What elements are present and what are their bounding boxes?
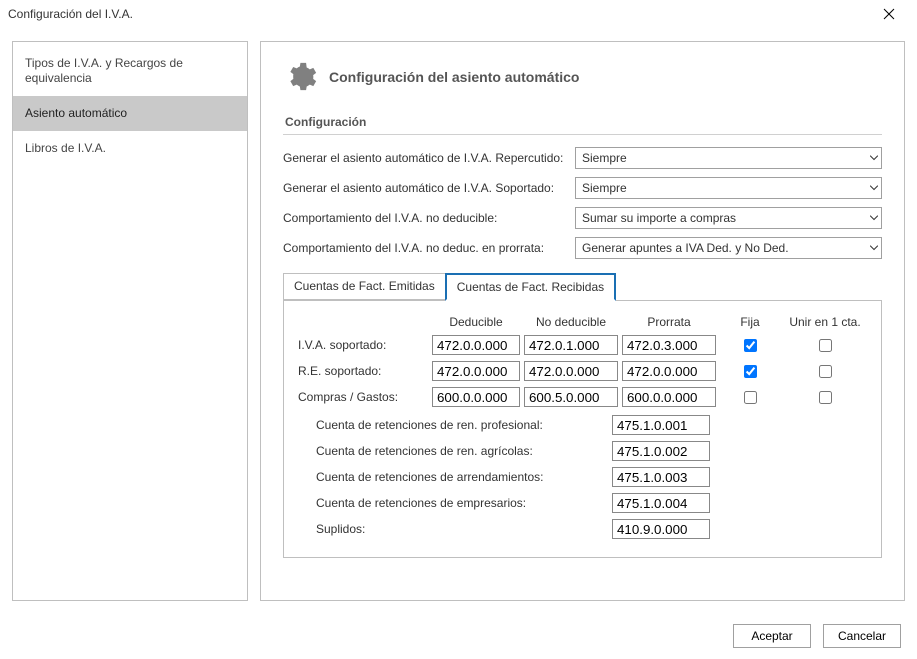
sidebar: Tipos de I.V.A. y Recargos de equivalenc… bbox=[12, 41, 248, 601]
config-select-2[interactable]: Sumar su importe a compras bbox=[575, 207, 882, 229]
section-title-configuracion: Configuración bbox=[283, 110, 882, 135]
chevron-down-icon bbox=[870, 216, 878, 221]
config-select-value-1: Siempre bbox=[582, 181, 627, 195]
tab-cuentas-fact-recibidas[interactable]: Cuentas de Fact. Recibidas bbox=[445, 273, 616, 301]
grid-header-4: Fija bbox=[720, 315, 780, 329]
grid-input-0-noDeducible[interactable] bbox=[524, 335, 618, 355]
grid-input-0-deducible[interactable] bbox=[432, 335, 520, 355]
grid-header-5: Unir en 1 cta. bbox=[784, 315, 866, 329]
ret-label-0: Cuenta de retenciones de ren. profesiona… bbox=[298, 418, 598, 432]
config-select-value-3: Generar apuntes a IVA Ded. y No Ded. bbox=[582, 241, 789, 255]
close-button[interactable] bbox=[869, 0, 909, 28]
grid-row-label-1: R.E. soportado: bbox=[298, 364, 428, 378]
config-label-0: Generar el asiento automático de I.V.A. … bbox=[283, 151, 565, 165]
page-title: Configuración del asiento automático bbox=[329, 69, 579, 85]
config-select-1[interactable]: Siempre bbox=[575, 177, 882, 199]
ret-input-0[interactable] bbox=[612, 415, 710, 435]
tab-cuentas-fact-emitidas[interactable]: Cuentas de Fact. Emitidas bbox=[283, 273, 446, 300]
grid-input-0-prorrata[interactable] bbox=[622, 335, 716, 355]
ret-label-3: Cuenta de retenciones de empresarios: bbox=[298, 496, 598, 510]
main-panel: Configuración del asiento automático Con… bbox=[260, 41, 905, 601]
window-title: Configuración del I.V.A. bbox=[8, 7, 869, 21]
sidebar-item-asiento-automatico[interactable]: Asiento automático bbox=[13, 96, 247, 131]
grid-checkbox-2-fija[interactable] bbox=[744, 391, 757, 404]
grid-input-1-noDeducible[interactable] bbox=[524, 361, 618, 381]
ret-label-1: Cuenta de retenciones de ren. agrícolas: bbox=[298, 444, 598, 458]
grid-header-2: No deducible bbox=[524, 315, 618, 329]
cancel-button[interactable]: Cancelar bbox=[823, 624, 901, 648]
gear-icon bbox=[283, 60, 317, 94]
config-label-3: Comportamiento del I.V.A. no deduc. en p… bbox=[283, 241, 565, 255]
grid-checkbox-2-unir[interactable] bbox=[819, 391, 832, 404]
ret-input-1[interactable] bbox=[612, 441, 710, 461]
grid-input-2-prorrata[interactable] bbox=[622, 387, 716, 407]
config-label-1: Generar el asiento automático de I.V.A. … bbox=[283, 181, 565, 195]
chevron-down-icon bbox=[870, 246, 878, 251]
ret-input-2[interactable] bbox=[612, 467, 710, 487]
accept-button[interactable]: Aceptar bbox=[733, 624, 811, 648]
grid-row-label-0: I.V.A. soportado: bbox=[298, 338, 428, 352]
config-select-0[interactable]: Siempre bbox=[575, 147, 882, 169]
chevron-down-icon bbox=[870, 156, 878, 161]
grid-checkbox-1-fija[interactable] bbox=[744, 365, 757, 378]
sidebar-item-libros-iva[interactable]: Libros de I.V.A. bbox=[13, 131, 247, 166]
grid-header-3: Prorrata bbox=[622, 315, 716, 329]
config-select-value-2: Sumar su importe a compras bbox=[582, 211, 736, 225]
tabs: Cuentas de Fact. Emitidas Cuentas de Fac… bbox=[283, 273, 882, 301]
grid-input-2-noDeducible[interactable] bbox=[524, 387, 618, 407]
grid-checkbox-1-unir[interactable] bbox=[819, 365, 832, 378]
chevron-down-icon bbox=[870, 186, 878, 191]
ret-label-4: Suplidos: bbox=[298, 522, 598, 536]
close-icon bbox=[883, 8, 895, 20]
grid-input-2-deducible[interactable] bbox=[432, 387, 520, 407]
grid-row-label-2: Compras / Gastos: bbox=[298, 390, 428, 404]
grid-header-1: Deducible bbox=[432, 315, 520, 329]
grid-checkbox-0-unir[interactable] bbox=[819, 339, 832, 352]
ret-input-3[interactable] bbox=[612, 493, 710, 513]
grid-input-1-prorrata[interactable] bbox=[622, 361, 716, 381]
ret-label-2: Cuenta de retenciones de arrendamientos: bbox=[298, 470, 598, 484]
grid-checkbox-0-fija[interactable] bbox=[744, 339, 757, 352]
ret-input-4[interactable] bbox=[612, 519, 710, 539]
config-label-2: Comportamiento del I.V.A. no deducible: bbox=[283, 211, 565, 225]
sidebar-item-tipos-iva[interactable]: Tipos de I.V.A. y Recargos de equivalenc… bbox=[13, 46, 247, 96]
config-select-3[interactable]: Generar apuntes a IVA Ded. y No Ded. bbox=[575, 237, 882, 259]
tab-panel-recibidas: Deducible No deducible Prorrata Fija Unir en… bbox=[283, 301, 882, 558]
config-select-value-0: Siempre bbox=[582, 151, 627, 165]
grid-input-1-deducible[interactable] bbox=[432, 361, 520, 381]
